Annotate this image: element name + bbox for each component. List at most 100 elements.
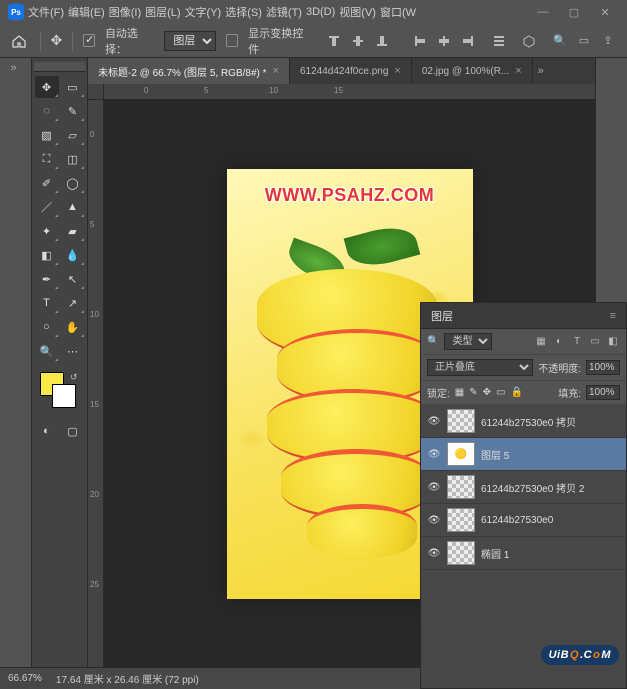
type-tool[interactable]: T: [35, 292, 59, 314]
doc-info[interactable]: 17.64 厘米 x 26.46 厘米 (72 ppi): [56, 671, 199, 686]
distribute-icon[interactable]: [489, 30, 509, 52]
direct-select-tool[interactable]: ↗: [61, 292, 85, 314]
menu-view[interactable]: 视图(V): [339, 4, 376, 20]
collapse-rail-icon[interactable]: »: [11, 62, 21, 72]
layer-row[interactable]: 👁🟡图层 5: [421, 438, 626, 471]
auto-select-target[interactable]: 图层: [164, 31, 216, 51]
filter-search-icon[interactable]: 🔍: [427, 336, 439, 347]
visibility-icon[interactable]: 👁: [427, 416, 441, 427]
viewmode-icon[interactable]: ▭: [573, 30, 595, 52]
move-tool-icon[interactable]: ✥: [50, 32, 62, 49]
filter-type-icon[interactable]: T: [570, 335, 584, 349]
eraser-tool[interactable]: ▰: [61, 220, 85, 242]
swap-colors-icon[interactable]: ↺: [70, 372, 78, 383]
close-tab-icon[interactable]: ×: [394, 65, 400, 77]
poly-lasso-tool[interactable]: ▱: [61, 124, 85, 146]
menu-edit[interactable]: 编辑(E): [68, 4, 105, 20]
panel-menu-icon[interactable]: ≡: [610, 310, 616, 322]
menu-3d[interactable]: 3D(D): [306, 6, 335, 18]
filter-type-select[interactable]: 类型: [444, 333, 492, 350]
close-tab-icon[interactable]: ×: [273, 65, 279, 77]
history-brush-tool[interactable]: ✦: [35, 220, 59, 242]
close-window-icon[interactable]: ✕: [591, 3, 619, 21]
layer-thumbnail[interactable]: [447, 475, 475, 499]
filter-pixel-icon[interactable]: ▦: [534, 335, 548, 349]
lock-artboard-icon[interactable]: ▭: [496, 387, 505, 398]
layer-thumbnail[interactable]: [447, 541, 475, 565]
doc-tab-3[interactable]: 02.jpg @ 100%(R...×: [412, 58, 533, 84]
color-swatches[interactable]: ↺: [34, 370, 85, 418]
visibility-icon[interactable]: 👁: [427, 449, 441, 460]
blend-mode-select[interactable]: 正片叠底: [427, 359, 533, 376]
layer-row[interactable]: 👁61244b27530e0 拷贝 2: [421, 471, 626, 504]
menu-file[interactable]: 文件(F): [28, 4, 64, 20]
screen-mode-tool[interactable]: ▢: [61, 420, 85, 442]
opacity-input[interactable]: 100%: [586, 360, 620, 375]
visibility-icon[interactable]: 👁: [427, 548, 441, 559]
move-tool[interactable]: ✥: [35, 76, 59, 98]
lock-transparency-icon[interactable]: ▦: [455, 387, 464, 398]
auto-select-checkbox[interactable]: [83, 34, 95, 47]
extra-tool[interactable]: ⋯: [61, 340, 85, 362]
menu-layer[interactable]: 图层(L): [145, 4, 180, 20]
doc-tab-2[interactable]: 61244d424f0ce.png×: [290, 58, 412, 84]
fill-input[interactable]: 100%: [586, 385, 620, 400]
show-transform-checkbox[interactable]: [226, 34, 238, 47]
tools-grip[interactable]: [34, 62, 85, 72]
tabs-overflow-icon[interactable]: »: [533, 58, 549, 84]
eyedropper-tool[interactable]: ✐: [35, 172, 59, 194]
visibility-icon[interactable]: 👁: [427, 482, 441, 493]
filter-smart-icon[interactable]: ◧: [606, 335, 620, 349]
quick-select-tool[interactable]: ✎: [61, 100, 85, 122]
filter-shape-icon[interactable]: ▭: [588, 335, 602, 349]
ruler-horizontal[interactable]: 051015: [104, 84, 595, 100]
gradient-tool[interactable]: ◧: [35, 244, 59, 266]
3d-mode-icon[interactable]: [519, 30, 539, 52]
search-icon[interactable]: 🔍: [549, 30, 571, 52]
lock-position-icon[interactable]: ✥: [483, 387, 491, 398]
align-top-icon[interactable]: [323, 30, 345, 52]
lock-all-icon[interactable]: 🔒: [510, 387, 522, 398]
align-left-icon[interactable]: [409, 30, 431, 52]
minimize-icon[interactable]: —: [529, 3, 557, 21]
menu-filter[interactable]: 滤镜(T): [266, 4, 302, 20]
menu-window[interactable]: 窗口(W: [380, 4, 416, 20]
home-icon[interactable]: [8, 29, 30, 53]
zoom-value[interactable]: 66.67%: [8, 673, 42, 684]
lasso-tool[interactable]: ◌: [35, 100, 59, 122]
menu-type[interactable]: 文字(Y): [185, 4, 222, 20]
path-select-tool[interactable]: ↖: [61, 268, 85, 290]
layer-thumbnail[interactable]: [447, 508, 475, 532]
align-vcenter-icon[interactable]: [347, 30, 369, 52]
align-right-icon[interactable]: [457, 30, 479, 52]
maximize-icon[interactable]: ▢: [560, 3, 588, 21]
frame-tool[interactable]: ◫: [61, 148, 85, 170]
layer-thumbnail[interactable]: [447, 409, 475, 433]
layer-row[interactable]: 👁椭圆 1: [421, 537, 626, 570]
artboard-tool[interactable]: ▭: [61, 76, 85, 98]
crop-tool[interactable]: ⛶: [35, 148, 59, 170]
layer-row[interactable]: 👁61244b27530e0: [421, 504, 626, 537]
menu-select[interactable]: 选择(S): [225, 4, 262, 20]
lock-paint-icon[interactable]: ✎: [469, 387, 477, 398]
background-color[interactable]: [52, 384, 76, 408]
quickmask-tool[interactable]: ◐: [35, 420, 59, 442]
close-tab-icon[interactable]: ×: [515, 65, 521, 77]
zoom-tool[interactable]: 🔍: [35, 340, 59, 362]
visibility-icon[interactable]: 👁: [427, 515, 441, 526]
layer-row[interactable]: 👁61244b27530e0 拷贝: [421, 405, 626, 438]
hand-tool[interactable]: ✋: [61, 316, 85, 338]
layer-thumbnail[interactable]: 🟡: [447, 442, 475, 466]
ruler-vertical[interactable]: 0510152025: [88, 100, 104, 667]
shape-tool[interactable]: ○: [35, 316, 59, 338]
pen-tool[interactable]: ✒: [35, 268, 59, 290]
filter-adjust-icon[interactable]: ◐: [552, 335, 566, 349]
clone-tool[interactable]: ▲: [61, 196, 85, 218]
blur-tool[interactable]: 💧: [61, 244, 85, 266]
share-icon[interactable]: ⇪: [597, 30, 619, 52]
align-hcenter-icon[interactable]: [433, 30, 455, 52]
marquee-tool[interactable]: ▧: [35, 124, 59, 146]
marquee-ellipse-tool[interactable]: ◯: [61, 172, 85, 194]
menu-image[interactable]: 图像(I): [109, 4, 141, 20]
doc-tab-1[interactable]: 未标题-2 @ 66.7% (图层 5, RGB/8#) *×: [88, 58, 290, 84]
